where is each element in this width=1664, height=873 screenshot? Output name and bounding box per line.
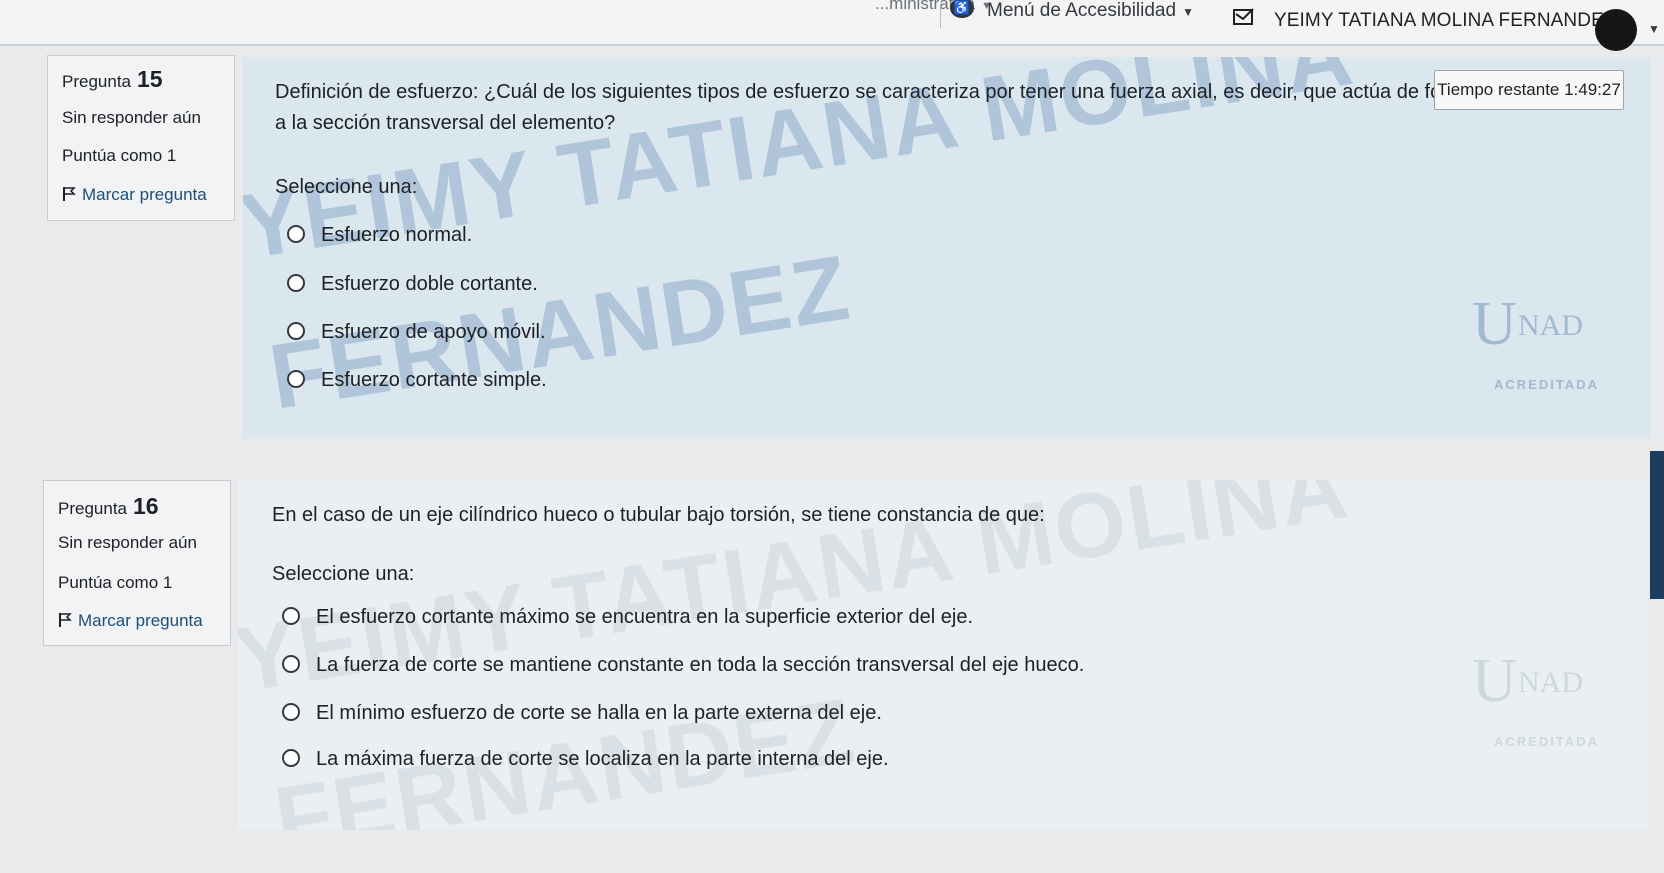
answer-label: La máxima fuerza de corte se localiza en… xyxy=(316,748,889,770)
unad-logo: U NAD ACREDITADA xyxy=(1458,626,1608,756)
question-info-16: Pregunta 16 Sin responder aún Puntúa como… xyxy=(43,480,231,646)
question-content-16: YEIMY TATIANA MOLINA FERNANDEZ En el cas… xyxy=(238,480,1648,830)
top-navbar: ...ministrativa ▼ ♿ Menú de Accesibilidad… xyxy=(0,0,1664,51)
accessibility-menu[interactable]: Menú de Accesibilidad ▼ xyxy=(987,0,1194,22)
answer-option[interactable]: La fuerza de corte se mantiene constante… xyxy=(282,654,1084,677)
accessibility-icon[interactable]: ♿ xyxy=(950,0,974,18)
flag-question-label: Marcar pregunta xyxy=(82,185,207,204)
question-status: Sin responder aún xyxy=(58,533,197,552)
radio-button[interactable] xyxy=(287,225,305,243)
logo-letter: U xyxy=(1472,290,1517,358)
question-content-15: YEIMY TATIANA MOLINA FERNANDEZ Definició… xyxy=(243,57,1651,439)
flag-question-label: Marcar pregunta xyxy=(78,611,203,630)
question-number-value: 16 xyxy=(133,493,159,519)
question-label: Pregunta xyxy=(62,72,131,91)
select-one-label: Seleccione una: xyxy=(272,563,415,585)
logo-text: NAD xyxy=(1518,666,1583,699)
select-one-label: Seleccione una: xyxy=(275,176,418,198)
logo-accredited-text: ACREDITADA xyxy=(1494,734,1599,749)
radio-button[interactable] xyxy=(287,370,305,388)
answer-option[interactable]: Esfuerzo doble cortante. xyxy=(287,273,538,296)
radio-button[interactable] xyxy=(287,322,305,340)
message-icon[interactable] xyxy=(1233,8,1255,25)
chevron-down-icon: ▼ xyxy=(1182,5,1194,19)
answer-option[interactable]: La máxima fuerza de corte se localiza en… xyxy=(282,748,889,771)
question-label: Pregunta xyxy=(58,499,127,518)
question-score: Puntúa como 1 xyxy=(62,146,177,165)
logo-accredited-text: ACREDITADA xyxy=(1494,377,1599,392)
radio-button[interactable] xyxy=(282,703,300,721)
chevron-down-icon[interactable]: ▼ xyxy=(1648,22,1660,36)
unad-logo: U NAD ACREDITADA xyxy=(1458,269,1608,399)
answer-label: El esfuerzo cortante máximo se encuentra… xyxy=(316,606,974,628)
answer-option[interactable]: El mínimo esfuerzo de corte se halla en … xyxy=(282,702,882,725)
logo-text: NAD xyxy=(1518,309,1583,342)
answer-option[interactable]: Esfuerzo de apoyo móvil. xyxy=(287,321,546,344)
radio-button[interactable] xyxy=(282,655,300,673)
radio-button[interactable] xyxy=(282,749,300,767)
question-info-15: Pregunta 15 Sin responder aún Puntúa como… xyxy=(47,55,235,221)
user-avatar[interactable] xyxy=(1595,9,1637,51)
answer-option[interactable]: El esfuerzo cortante máximo se encuentra… xyxy=(282,606,973,629)
answer-label: Esfuerzo de apoyo móvil. xyxy=(321,321,546,343)
radio-button[interactable] xyxy=(282,607,300,625)
nav-divider xyxy=(940,6,941,28)
question-text: En el caso de un eje cilíndrico hueco o … xyxy=(272,504,1045,526)
flag-question-link[interactable]: Marcar pregunta xyxy=(58,611,203,631)
question-number-value: 15 xyxy=(137,66,163,92)
answer-option[interactable]: Esfuerzo normal. xyxy=(287,224,472,247)
answer-option[interactable]: Esfuerzo cortante simple. xyxy=(287,369,547,392)
question-number: Pregunta 15 xyxy=(62,66,163,93)
logo-letter: U xyxy=(1472,647,1517,715)
question-score: Puntúa como 1 xyxy=(58,573,173,592)
answer-label: Esfuerzo cortante simple. xyxy=(321,369,547,391)
answer-label: Esfuerzo normal. xyxy=(321,224,473,246)
user-name[interactable]: YEIMY TATIANA MOLINA FERNANDEZ xyxy=(1274,10,1616,32)
question-number: Pregunta 16 xyxy=(58,493,159,520)
question-text: Definición de esfuerzo: ¿Cuál de los sig… xyxy=(275,81,1603,134)
flag-icon xyxy=(59,613,72,627)
flag-icon xyxy=(63,187,76,201)
time-remaining: Tiempo restante 1:49:27 xyxy=(1434,70,1624,110)
answer-label: El mínimo esfuerzo de corte se halla en … xyxy=(316,702,882,724)
answer-label: Esfuerzo doble cortante. xyxy=(321,273,538,295)
question-status: Sin responder aún xyxy=(62,108,201,127)
radio-button[interactable] xyxy=(287,274,305,292)
nav-menu-item[interactable]: ...ministrativa ▼ xyxy=(875,0,992,14)
side-drawer-toggle[interactable] xyxy=(1650,451,1664,599)
flag-question-link[interactable]: Marcar pregunta xyxy=(62,185,207,205)
answer-label: La fuerza de corte se mantiene constante… xyxy=(316,654,1085,676)
accessibility-menu-label: Menú de Accesibilidad xyxy=(987,0,1177,21)
